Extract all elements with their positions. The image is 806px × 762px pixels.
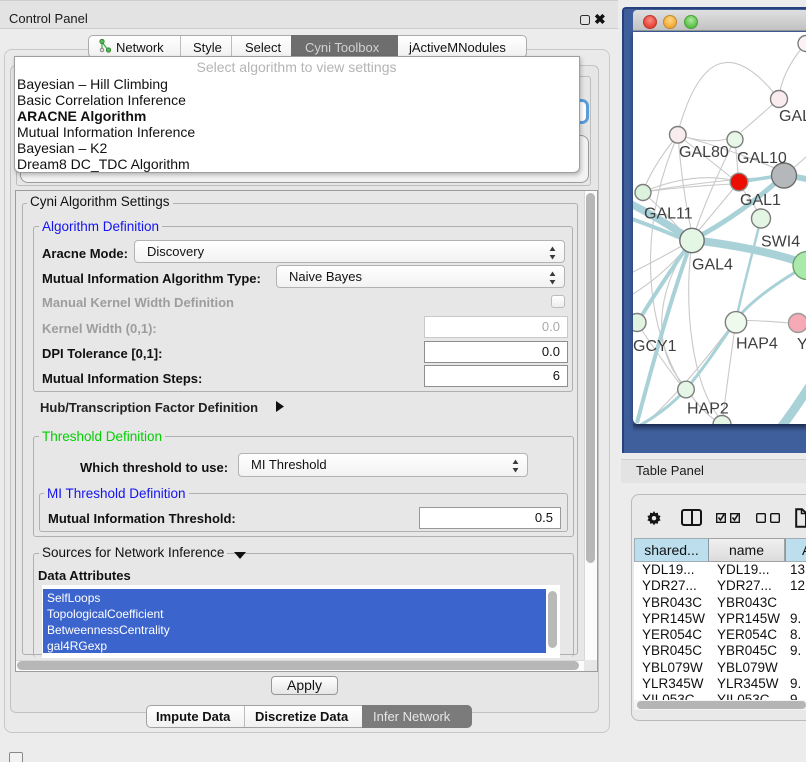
svg-text:HAP4: HAP4 (736, 335, 778, 352)
svg-text:Y: Y (797, 336, 806, 353)
svg-text:GAL: GAL (779, 108, 806, 125)
svg-text:GCY1: GCY1 (633, 338, 677, 355)
svg-text:HAP2: HAP2 (687, 400, 729, 417)
svg-text:GAL4: GAL4 (692, 256, 733, 273)
svg-text:GAL80: GAL80 (679, 144, 729, 161)
svg-text:SWI4: SWI4 (761, 233, 800, 250)
svg-text:GAL10: GAL10 (737, 150, 787, 167)
svg-text:GAL1: GAL1 (740, 192, 781, 209)
svg-text:GAL11: GAL11 (644, 205, 693, 222)
